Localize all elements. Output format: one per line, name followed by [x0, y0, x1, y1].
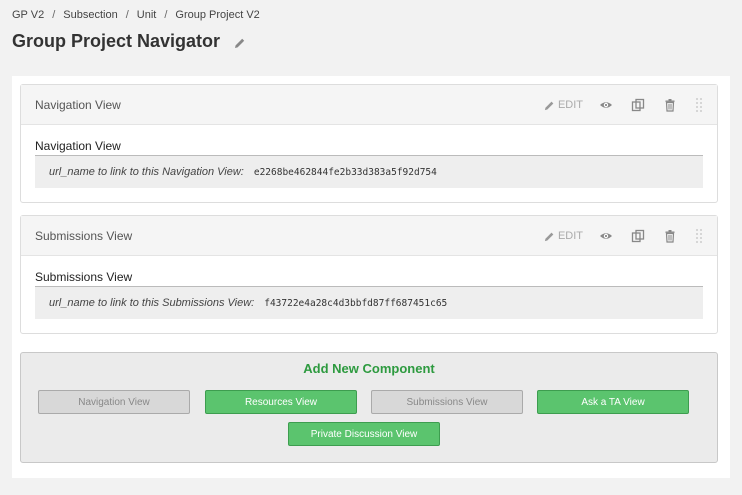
edit-button-label: EDIT: [557, 230, 583, 242]
add-private-discussion-view-button[interactable]: Private Discussion View: [288, 422, 440, 446]
xblock-header: Navigation View EDIT: [21, 85, 717, 125]
breadcrumb-item-unit[interactable]: Unit: [137, 9, 157, 21]
url-name-value: e2268be462844fe2b33d383a5f92d754: [253, 166, 437, 178]
eye-icon[interactable]: [599, 229, 613, 243]
pencil-icon: [544, 232, 554, 241]
add-new-component-panel: Add New Component Navigation View Resour…: [20, 352, 718, 463]
edit-button-label: EDIT: [557, 99, 583, 111]
xblock-submissions-view: Submissions View EDIT Submissions View u…: [20, 215, 718, 334]
url-name-box: url_name to link to this Navigation View…: [35, 156, 703, 188]
drag-handle-icon[interactable]: [695, 228, 703, 244]
trash-icon[interactable]: [663, 98, 677, 112]
url-name-value: f43722e4a28c4d3bbfd87ff687451c65: [264, 297, 448, 309]
edit-button[interactable]: EDIT: [544, 99, 583, 111]
add-resources-view-button[interactable]: Resources View: [205, 390, 357, 414]
url-name-label: url_name to link to this Navigation View…: [49, 166, 244, 178]
xblock-header: Submissions View EDIT: [21, 216, 717, 256]
trash-icon[interactable]: [663, 229, 677, 243]
xblock-header-title: Navigation View: [35, 97, 121, 112]
breadcrumb-item-subsection[interactable]: Subsection: [63, 9, 117, 21]
xblock-body: Navigation View url_name to link to this…: [21, 125, 717, 202]
pencil-icon: [544, 101, 554, 110]
unit-canvas: Navigation View EDIT Navigation View url…: [12, 76, 730, 478]
breadcrumb-separator: /: [125, 9, 129, 21]
breadcrumb-separator: /: [164, 9, 168, 21]
xblock-navigation-view: Navigation View EDIT Navigation View url…: [20, 84, 718, 203]
page-title: Group Project Navigator: [12, 31, 221, 51]
add-navigation-view-button[interactable]: Navigation View: [38, 390, 190, 414]
add-ask-a-ta-view-button[interactable]: Ask a TA View: [537, 390, 689, 414]
eye-icon[interactable]: [599, 98, 613, 112]
xblock-actions: EDIT: [544, 85, 705, 125]
duplicate-icon[interactable]: [631, 229, 645, 243]
xblock-actions: EDIT: [544, 216, 705, 256]
content-title: Submissions View: [35, 270, 703, 287]
xblock-body: Submissions View url_name to link to thi…: [21, 256, 717, 333]
add-new-component-title: Add New Component: [303, 361, 435, 376]
breadcrumb-item-current: Group Project V2: [175, 9, 260, 21]
pencil-icon[interactable]: [234, 36, 246, 48]
title-row: Group Project Navigator: [12, 31, 246, 52]
edit-button[interactable]: EDIT: [544, 230, 583, 242]
xblock-header-title: Submissions View: [35, 228, 133, 243]
breadcrumb: GP V2 / Subsection / Unit / Group Projec…: [12, 9, 260, 21]
breadcrumb-separator: /: [52, 9, 56, 21]
duplicate-icon[interactable]: [631, 98, 645, 112]
content-title: Navigation View: [35, 139, 703, 156]
breadcrumb-item-course[interactable]: GP V2: [12, 9, 44, 21]
drag-handle-icon[interactable]: [695, 97, 703, 113]
add-submissions-view-button[interactable]: Submissions View: [371, 390, 523, 414]
url-name-box: url_name to link to this Submissions Vie…: [35, 287, 703, 319]
url-name-label: url_name to link to this Submissions Vie…: [49, 297, 255, 309]
